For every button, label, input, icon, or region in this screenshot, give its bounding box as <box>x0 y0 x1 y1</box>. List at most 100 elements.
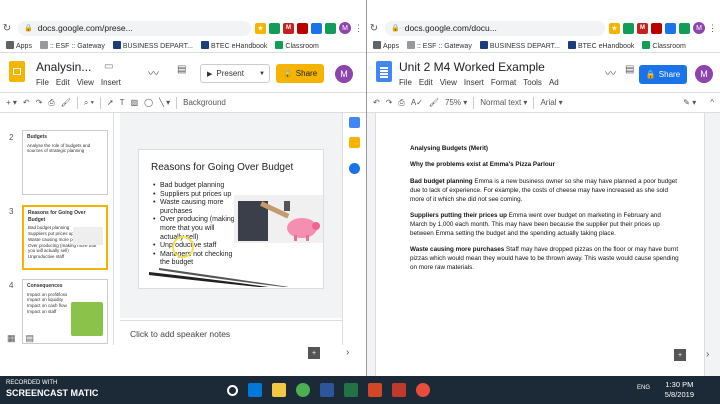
line-icon[interactable]: ╲ ▾ <box>159 98 170 107</box>
document-page[interactable]: Analysing Budgets (Merit) Why the proble… <box>375 113 705 376</box>
search-icon[interactable] <box>227 384 238 396</box>
extension-icon[interactable] <box>623 22 634 34</box>
zoom-select[interactable]: 75% ▾ <box>445 98 467 107</box>
menu-edit[interactable]: Edit <box>56 78 70 87</box>
menu-view[interactable]: View <box>440 78 457 87</box>
comment-icon[interactable]: ▤ <box>177 64 186 75</box>
chevron-down-icon[interactable]: ▼ <box>259 71 269 77</box>
list-view-icon[interactable]: ▤ <box>26 333 35 345</box>
extension-icon[interactable] <box>325 22 336 34</box>
keep-icon[interactable] <box>349 137 360 148</box>
explore-icon[interactable]: + <box>674 349 686 361</box>
share-button[interactable]: 🔒 Share <box>639 65 687 84</box>
print-icon[interactable]: ⎙ <box>48 98 54 108</box>
comment-icon[interactable]: ▤ <box>625 64 634 75</box>
grid-view-icon[interactable]: ▦ <box>7 333 16 345</box>
menu-view[interactable]: View <box>77 78 94 87</box>
bookmark-business[interactable]: BUSINESS DEPART... <box>112 40 193 50</box>
explore-icon[interactable]: + <box>308 347 320 359</box>
edit-mode-icon[interactable]: ✎ ▾ <box>683 98 704 107</box>
print-icon[interactable]: ⎙ <box>398 98 404 108</box>
slide-thumbnail-2[interactable]: Budgets Analyse the role of budgets and s… <box>22 130 108 195</box>
powerpoint-icon[interactable] <box>368 383 382 397</box>
shape-icon[interactable]: ◯ <box>144 98 153 107</box>
menu-file[interactable]: File <box>36 78 49 87</box>
extension-icon[interactable] <box>269 22 280 34</box>
menu-file[interactable]: File <box>399 78 412 87</box>
url-field[interactable]: 🔒 docs.google.com/docu... <box>385 20 605 36</box>
bookmark-classroom[interactable]: Classroom <box>275 40 319 50</box>
reload-icon[interactable]: ↻ <box>0 23 14 34</box>
star-icon[interactable]: ★ <box>609 22 620 34</box>
activity-icon[interactable]: 〰 <box>148 65 159 81</box>
current-slide[interactable]: Reasons for Going Over Budget Bad budget… <box>138 149 324 289</box>
star-icon[interactable]: ★ <box>255 22 266 34</box>
extension-icon[interactable] <box>665 22 676 34</box>
file-explorer-icon[interactable] <box>272 383 286 397</box>
profile-avatar[interactable]: M <box>693 22 705 34</box>
document-title[interactable]: Unit 2 M4 Worked Example <box>399 60 545 74</box>
paint-format-icon[interactable]: 🖌 <box>61 98 71 107</box>
new-slide-button[interactable]: + ▾ <box>6 98 17 107</box>
more-icon[interactable]: ⋮ <box>354 23 363 34</box>
slide-title[interactable]: Reasons for Going Over Budget <box>151 162 293 173</box>
undo-icon[interactable]: ↶ <box>23 98 30 107</box>
select-icon[interactable]: ➚ <box>107 98 114 107</box>
gmail-icon[interactable]: M <box>283 22 294 34</box>
bookmark-classroom[interactable]: Classroom <box>642 40 686 50</box>
background-button[interactable]: Background <box>183 98 226 107</box>
bookmark-esf[interactable]: :: ESF :: Gateway <box>39 40 105 50</box>
piggy-bank-photo[interactable] <box>234 195 323 243</box>
bookmark-btec[interactable]: BTEC eHandbook <box>567 40 634 50</box>
speaker-notes[interactable]: Click to add speaker notes <box>120 320 342 345</box>
spellcheck-icon[interactable]: A✓ <box>411 98 423 107</box>
undo-icon[interactable]: ↶ <box>373 98 380 107</box>
language-indicator[interactable]: ENG <box>637 385 650 391</box>
excel-icon[interactable] <box>344 383 358 397</box>
chevron-up-icon[interactable]: ^ <box>710 98 720 107</box>
url-field[interactable]: 🔒 docs.google.com/prese... <box>18 20 251 36</box>
present-button[interactable]: ▶ Present ▼ <box>200 64 270 83</box>
zoom-icon[interactable]: ⌕ ▾ <box>84 98 94 108</box>
menu-addons[interactable]: Ad <box>549 78 559 87</box>
textbox-icon[interactable]: T <box>120 98 125 107</box>
menu-edit[interactable]: Edit <box>419 78 433 87</box>
recorder-icon[interactable] <box>416 383 430 397</box>
chevron-right-icon[interactable]: › <box>706 349 709 360</box>
document-title[interactable]: Analysin... <box>36 60 91 74</box>
edge-icon[interactable] <box>248 383 262 397</box>
activity-icon[interactable]: 〰 <box>605 65 616 81</box>
account-avatar[interactable]: M <box>695 65 713 83</box>
pdf-icon[interactable] <box>392 383 406 397</box>
profile-avatar[interactable]: M <box>339 22 351 34</box>
style-select[interactable]: Normal text ▾ <box>480 98 527 107</box>
gmail-icon[interactable]: M <box>637 22 648 34</box>
extension-icon[interactable] <box>679 22 690 34</box>
account-avatar[interactable]: M <box>335 65 353 83</box>
bookmark-business[interactable]: BUSINESS DEPART... <box>479 40 560 50</box>
tasks-icon[interactable] <box>349 163 360 174</box>
menu-format[interactable]: Format <box>491 78 516 87</box>
reload-icon[interactable]: ↻ <box>367 23 381 34</box>
more-icon[interactable]: ⋮ <box>708 23 717 34</box>
slide-thumbnail-3[interactable]: Reasons for Going Over Budget Bad budget… <box>22 205 108 270</box>
system-clock[interactable]: 1:30 PM 5/8/2019 <box>665 380 694 400</box>
menu-insert[interactable]: Insert <box>101 78 121 87</box>
extension-icon[interactable] <box>297 22 308 34</box>
share-button[interactable]: 🔒 Share <box>276 64 324 83</box>
menu-tools[interactable]: Tools <box>523 78 542 87</box>
redo-icon[interactable]: ↷ <box>36 98 43 107</box>
folder-icon[interactable]: ▭ <box>104 61 113 72</box>
chrome-icon[interactable] <box>296 383 310 397</box>
extension-icon[interactable] <box>311 22 322 34</box>
slides-logo[interactable] <box>9 61 25 82</box>
chevron-right-icon[interactable]: › <box>346 347 349 358</box>
font-select[interactable]: Arial ▾ <box>540 98 562 107</box>
bookmark-btec[interactable]: BTEC eHandbook <box>200 40 267 50</box>
calendar-icon[interactable] <box>349 117 360 128</box>
extension-icon[interactable] <box>651 22 662 34</box>
image-icon[interactable]: ▨ <box>131 98 139 107</box>
word-icon[interactable] <box>320 383 334 397</box>
bookmark-apps[interactable]: Apps <box>373 40 399 50</box>
menu-insert[interactable]: Insert <box>464 78 484 87</box>
